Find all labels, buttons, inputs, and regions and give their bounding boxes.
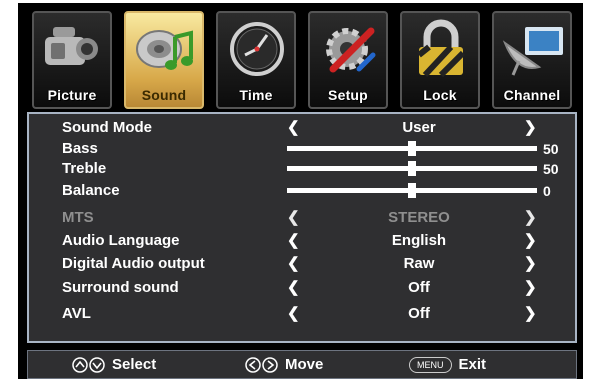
tab-label: Time — [239, 87, 273, 103]
menu-key-icon: MENU — [409, 357, 452, 374]
setting-label: AVL — [62, 305, 91, 322]
audio-language-row[interactable]: Audio Language ❮ English ❯ — [29, 230, 575, 252]
arrow-left-icon[interactable]: ❮ — [287, 230, 300, 252]
tab-setup[interactable]: Setup — [308, 11, 388, 109]
treble-row[interactable]: Treble 50 — [29, 158, 575, 180]
setting-value: User — [402, 119, 436, 136]
padlock-icon — [417, 19, 466, 78]
arrow-left-icon[interactable]: ❮ — [287, 253, 300, 275]
camcorder-icon — [45, 27, 98, 65]
tab-sound[interactable]: Sound — [124, 11, 204, 109]
sound-settings-panel: Sound Mode ❮ User ❯ Bass 50 Treble 50 Ba… — [27, 112, 577, 343]
arrow-right-icon[interactable]: ❯ — [524, 230, 537, 252]
tab-label: Channel — [503, 87, 561, 103]
balance-row[interactable]: Balance 0 — [29, 180, 575, 202]
tab-lock[interactable]: Lock — [400, 11, 480, 109]
speaker-note-icon — [136, 30, 193, 70]
arrow-left-icon[interactable]: ❮ — [287, 303, 300, 325]
select-label: Select — [112, 356, 157, 373]
up-down-keys-icon — [72, 357, 105, 373]
clock-icon — [230, 22, 284, 76]
tab-label: Picture — [47, 87, 97, 103]
exit-hint: MENU Exit — [409, 351, 486, 378]
tab-label: Lock — [423, 87, 457, 103]
setting-value: English — [391, 232, 447, 249]
satellite-dish-icon — [502, 27, 563, 76]
tab-picture[interactable]: Picture — [32, 11, 112, 109]
gear-tools-icon — [326, 27, 376, 73]
setting-label: Treble — [62, 160, 107, 177]
tab-label: Setup — [328, 87, 368, 103]
tab-channel[interactable]: Channel — [492, 11, 572, 109]
tab-label: Sound — [141, 87, 187, 103]
arrow-left-icon[interactable]: ❮ — [287, 277, 300, 299]
arrow-right-icon[interactable]: ❯ — [524, 303, 537, 325]
setting-value: Off — [408, 305, 430, 322]
tab-time[interactable]: Time — [216, 11, 296, 109]
setting-label: Sound Mode — [62, 119, 152, 136]
move-hint: Move — [245, 351, 323, 378]
arrow-right-icon: ❯ — [524, 209, 537, 226]
slider-knob[interactable] — [408, 161, 416, 176]
arrow-right-icon[interactable]: ❯ — [524, 253, 537, 275]
exit-label: Exit — [458, 356, 487, 373]
setting-label: Digital Audio output — [62, 255, 205, 272]
tv-osd-menu: Picture Sound Time Setup Lock Channel So… — [18, 3, 583, 379]
key-hint-bar: Select Move MENU Exit — [27, 350, 577, 379]
slider-knob[interactable] — [408, 141, 416, 156]
treble-slider[interactable] — [287, 161, 537, 176]
setting-value: STEREO — [388, 209, 450, 226]
slider-knob[interactable] — [408, 183, 416, 198]
surround-sound-row[interactable]: Surround sound ❮ Off ❯ — [29, 277, 575, 299]
main-menu-tabs: Picture Sound Time Setup Lock Channel — [32, 11, 572, 109]
setting-label: Surround sound — [62, 279, 179, 296]
move-label: Move — [285, 356, 324, 373]
bass-slider[interactable] — [287, 141, 537, 156]
setting-value: Off — [408, 279, 430, 296]
arrow-left-icon: ❮ — [287, 209, 300, 226]
arrow-left-icon[interactable]: ❮ — [287, 117, 300, 139]
sound-mode-row[interactable]: Sound Mode ❮ User ❯ — [29, 117, 575, 139]
left-right-keys-icon — [245, 357, 278, 373]
setting-value: Raw — [403, 255, 435, 272]
arrow-right-icon[interactable]: ❯ — [524, 117, 537, 139]
setting-label: Balance — [62, 182, 120, 199]
setting-label: MTS — [62, 209, 94, 226]
arrow-right-icon[interactable]: ❯ — [524, 277, 537, 299]
setting-label: Audio Language — [62, 232, 180, 249]
setting-label: Bass — [62, 140, 98, 157]
setting-value: 50 — [543, 141, 559, 157]
balance-slider[interactable] — [287, 183, 537, 198]
select-hint: Select — [72, 351, 156, 378]
mts-row: MTS ❮ STEREO ❯ — [29, 207, 575, 229]
avl-row[interactable]: AVL ❮ Off ❯ — [29, 303, 575, 325]
digital-audio-output-row[interactable]: Digital Audio output ❮ Raw ❯ — [29, 253, 575, 275]
bass-row[interactable]: Bass 50 — [29, 138, 575, 160]
setting-value: 0 — [543, 183, 551, 199]
setting-value: 50 — [543, 161, 559, 177]
